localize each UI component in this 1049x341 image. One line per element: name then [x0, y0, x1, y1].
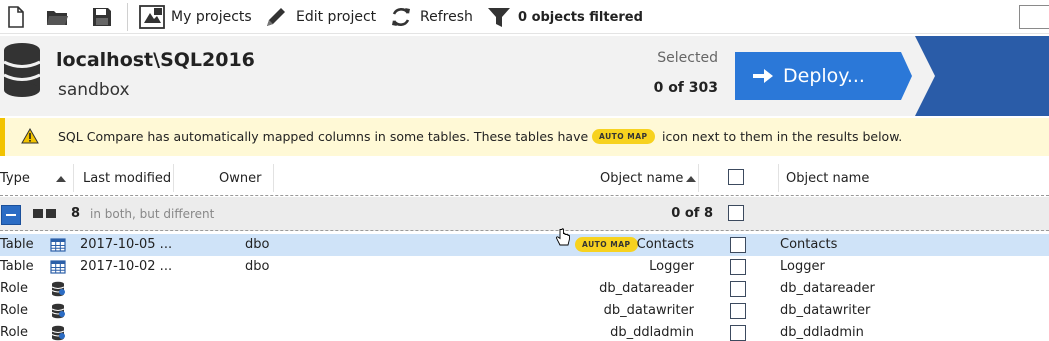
row-checkbox[interactable]: [730, 303, 746, 319]
table-row[interactable]: Role db_datawriter db_datawriter: [0, 300, 1049, 322]
row-object-name-right: db_datareader: [780, 281, 875, 296]
row-type: Table: [0, 259, 34, 274]
row-object-name-left: Contacts: [636, 237, 694, 252]
row-object-name-left: Logger: [649, 259, 694, 274]
collapse-group-button[interactable]: [1, 205, 21, 225]
database-name: sandbox: [58, 80, 130, 100]
banner-text: SQL Compare has automatically mapped col…: [58, 129, 608, 144]
row-object-name-left: db_datawriter: [603, 303, 694, 318]
deploy-label: Deploy...: [783, 65, 865, 87]
filter-status: 0 objects filtered: [518, 9, 643, 25]
role-icon: [51, 281, 65, 297]
projects-icon: [139, 5, 165, 29]
edit-project-button[interactable]: Edit project: [264, 3, 376, 31]
difference-square-icon: [33, 209, 43, 218]
edit-project-label: Edit project: [296, 9, 377, 25]
table-row[interactable]: Role db_datareader db_datareader: [0, 278, 1049, 300]
deploy-button[interactable]: Deploy...: [735, 52, 910, 100]
row-object-name-left: db_ddladmin: [610, 325, 694, 340]
new-file-icon[interactable]: [4, 5, 28, 29]
database-icon: [3, 43, 41, 97]
table-row[interactable]: Table 2017-10-02 ... dbo Logger Logger: [0, 256, 1049, 278]
row-object-name-right: db_ddladmin: [780, 325, 864, 340]
table-icon: [50, 238, 66, 252]
automap-badge: AUTO MAP: [575, 237, 638, 252]
column-divider: [698, 164, 699, 192]
open-folder-icon[interactable]: [45, 5, 69, 29]
row-type: Table: [0, 237, 34, 252]
row-type: Role: [0, 303, 29, 318]
pencil-icon: [267, 8, 285, 26]
row-object-name-left: db_datareader: [599, 281, 694, 296]
column-divider: [173, 164, 174, 192]
col-type-label: Type: [0, 171, 30, 186]
row-checkbox[interactable]: [730, 237, 746, 253]
sort-up-icon: [56, 175, 66, 182]
row-object-name-right: db_datawriter: [780, 303, 871, 318]
table-row[interactable]: Role db_ddladmin db_ddladmin: [0, 322, 1049, 341]
group-checkbox[interactable]: [728, 205, 744, 221]
table-icon: [50, 260, 66, 274]
search-input[interactable]: [1019, 5, 1049, 29]
selected-label: Selected: [657, 50, 718, 66]
toolbar-divider: [127, 3, 128, 31]
save-icon[interactable]: [90, 5, 114, 29]
sort-up-icon: [686, 175, 697, 182]
row-type: Role: [0, 281, 29, 296]
row-type: Role: [0, 325, 29, 340]
row-owner: dbo: [245, 237, 270, 252]
refresh-button[interactable]: Refresh: [388, 3, 473, 31]
group-label: in both, but different: [90, 207, 215, 221]
filter-icon: [488, 8, 510, 27]
refresh-icon: [392, 8, 410, 26]
col-last-modified[interactable]: Last modified: [83, 171, 171, 186]
col-object-name-left[interactable]: Object name: [600, 171, 697, 186]
banner-text-after: icon next to them in the results below.: [662, 129, 903, 144]
group-count: 8: [71, 206, 81, 221]
row-checkbox[interactable]: [730, 281, 746, 297]
select-all-checkbox[interactable]: [728, 169, 744, 185]
group-selected: 0 of 8: [671, 206, 713, 221]
difference-square-icon: [46, 209, 56, 218]
column-divider: [73, 164, 74, 192]
server-name: localhost\SQL2016: [56, 49, 255, 71]
column-divider: [778, 164, 779, 192]
row-owner: dbo: [245, 259, 270, 274]
role-icon: [51, 303, 65, 319]
row-checkbox[interactable]: [730, 325, 746, 341]
column-divider: [273, 164, 274, 192]
row-modified: 2017-10-02 ...: [80, 259, 173, 274]
row-modified: 2017-10-05 ...: [80, 237, 173, 252]
my-projects-label: My projects: [171, 9, 252, 25]
right-arrow-icon: [753, 69, 773, 83]
row-checkbox[interactable]: [730, 259, 746, 275]
automap-badge: AUTO MAP: [592, 129, 655, 144]
role-icon: [51, 325, 65, 341]
filter-button[interactable]: 0 objects filtered: [486, 3, 643, 31]
refresh-label: Refresh: [420, 9, 473, 25]
my-projects-button[interactable]: My projects: [139, 3, 252, 31]
col-type[interactable]: Type: [0, 171, 66, 186]
col-owner[interactable]: Owner: [219, 171, 261, 186]
row-object-name-right: Logger: [780, 259, 825, 274]
col-object-name-right[interactable]: Object name: [786, 171, 869, 186]
table-row[interactable]: Table 2017-10-05 ... dbo AUTO MAP Contac…: [0, 234, 1049, 256]
hand-cursor-icon: [555, 228, 570, 246]
col-object-name-left-label: Object name: [600, 171, 684, 186]
warning-icon: [21, 128, 39, 144]
row-object-name-right: Contacts: [780, 237, 838, 252]
selected-count: 0 of 303: [653, 80, 718, 96]
toolbar: My projects Edit project Refresh 0 objec…: [0, 0, 1049, 34]
